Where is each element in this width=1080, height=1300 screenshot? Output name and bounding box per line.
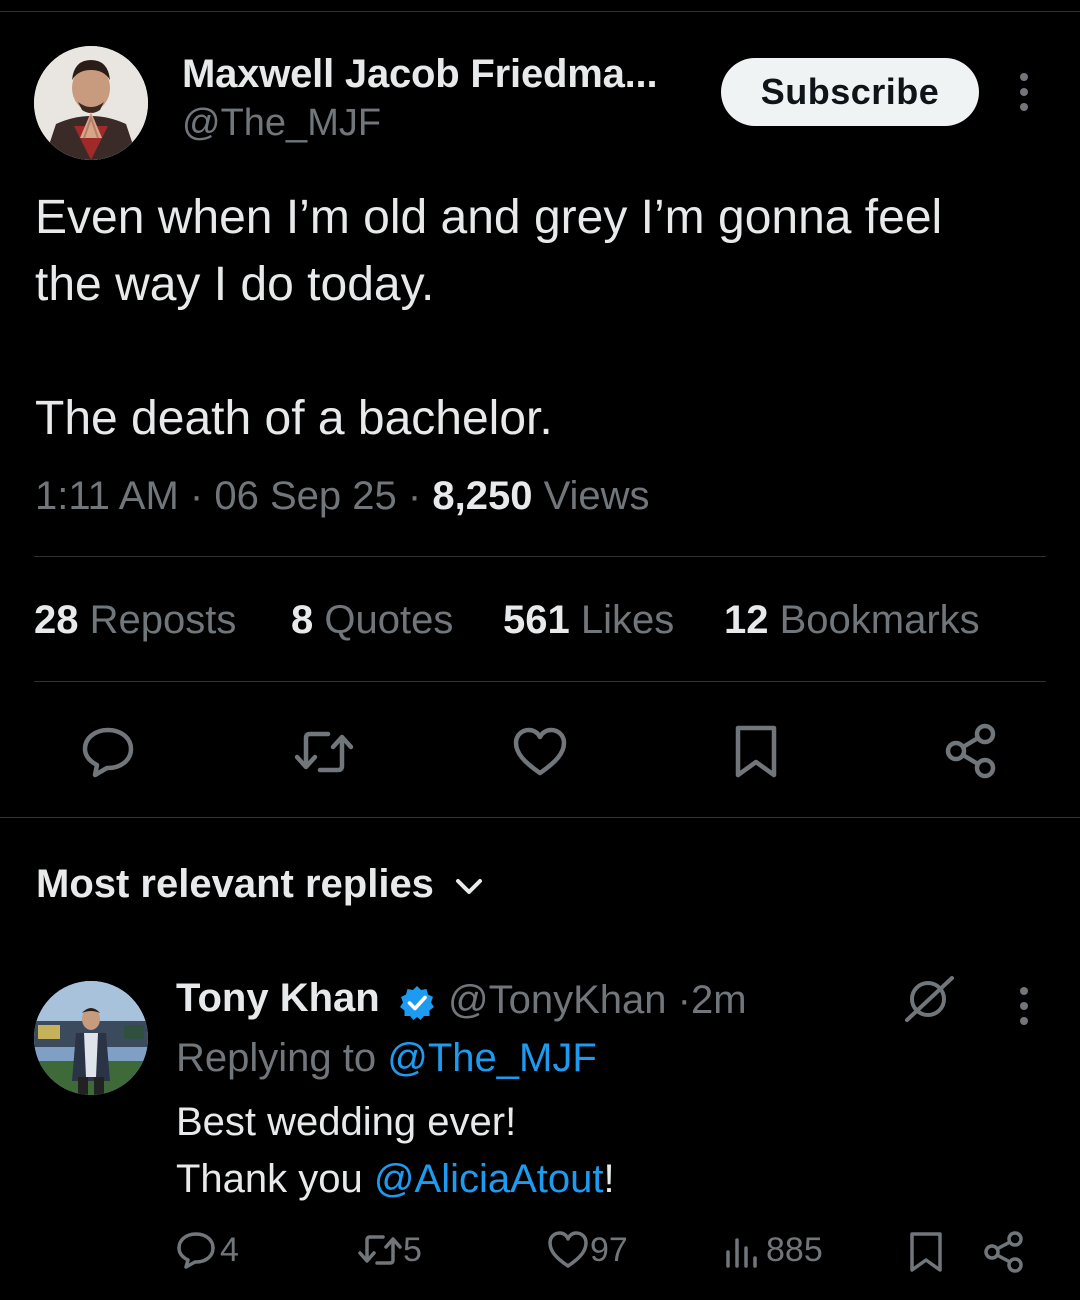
reply-count: 4 [220, 1230, 239, 1269]
reply-icon[interactable] [80, 724, 136, 785]
reply-reply-button[interactable]: 4 [176, 1230, 239, 1270]
replying-to-handle-link[interactable]: @The_MJF [387, 1036, 597, 1080]
chevron-down-icon[interactable] [452, 872, 486, 902]
reply-bookmark-button[interactable] [906, 1230, 946, 1274]
reply-views-button[interactable]: 885 [722, 1230, 823, 1270]
likes-count: 561 [503, 598, 570, 642]
likes-label: Likes [580, 598, 675, 642]
reply-share-button[interactable] [982, 1230, 1026, 1274]
replies-sort-label[interactable]: Most relevant replies [36, 862, 434, 907]
reposts-label: Reposts [89, 598, 237, 642]
views-icon [726, 1238, 757, 1268]
reply-text-prefix: Thank you [176, 1157, 363, 1201]
author-name[interactable]: Maxwell Jacob Friedma... [182, 52, 658, 97]
tweet-text-line-1: Even when I’m old and grey I’m gonna fee… [35, 191, 943, 244]
reply-like-button[interactable]: 97 [546, 1230, 628, 1270]
reply-more-options-icon[interactable] [1004, 984, 1044, 1028]
repost-count: 5 [403, 1230, 422, 1269]
reply-handle-time: @TonyKhan ·2m [448, 978, 747, 1023]
bookmark-icon[interactable] [732, 722, 780, 785]
author-avatar[interactable] [34, 46, 148, 160]
tweet-time[interactable]: 1:11 AM [35, 474, 179, 518]
replying-to: Replying to @The_MJF [176, 1036, 597, 1081]
reply-author-avatar[interactable] [34, 981, 148, 1095]
reply-icon [177, 1232, 215, 1269]
views-label: Views [543, 474, 650, 518]
tweet-meta: 1:11 AM · 06 Sep 25 · 8,250 Views [35, 474, 650, 519]
verified-badge-icon [398, 984, 436, 1022]
reply-text-line-1: Best wedding ever! [176, 1100, 517, 1144]
subscribe-button[interactable]: Subscribe [721, 58, 979, 126]
divider [34, 556, 1046, 557]
reply-repost-button[interactable]: 5 [357, 1230, 422, 1270]
quotes-count: 8 [291, 598, 314, 642]
quotes-label: Quotes [324, 598, 454, 642]
reply-time[interactable]: 2m [691, 978, 747, 1022]
top-divider [0, 11, 1080, 12]
quotes-stat[interactable]: 8 Quotes [291, 598, 453, 643]
reposts-stat[interactable]: 28 Reposts [34, 598, 236, 643]
reply-author-handle[interactable]: @TonyKhan [448, 978, 667, 1022]
repost-icon [358, 1235, 402, 1265]
more-options-icon[interactable] [1004, 70, 1044, 114]
bookmarks-count: 12 [724, 598, 769, 642]
meta-separator: · [189, 474, 204, 518]
share-icon[interactable] [943, 722, 999, 785]
likes-stat[interactable]: 561 Likes [503, 598, 674, 643]
tweet-text-line-2: the way I do today. [35, 258, 435, 311]
views-count: 8,250 [432, 474, 533, 518]
reply-text-suffix: ! [603, 1157, 615, 1201]
bookmarks-label: Bookmarks [779, 598, 980, 642]
like-icon [548, 1231, 588, 1268]
bookmarks-stat[interactable]: 12 Bookmarks [724, 598, 980, 643]
grok-icon[interactable] [904, 972, 956, 1024]
share-icon [984, 1231, 1023, 1273]
like-count: 97 [590, 1230, 628, 1269]
bookmark-icon [910, 1232, 942, 1272]
view-count: 885 [766, 1230, 823, 1269]
reply-author-name[interactable]: Tony Khan [176, 976, 380, 1021]
tweet-date[interactable]: 06 Sep 25 [214, 474, 396, 518]
replying-to-prefix: Replying to [176, 1036, 377, 1080]
divider [34, 681, 1046, 682]
like-icon[interactable] [512, 726, 568, 783]
reply-text-line-2: Thank you @AliciaAtout! [176, 1157, 615, 1202]
reposts-count: 28 [34, 598, 79, 642]
repost-icon[interactable] [292, 724, 356, 785]
meta-separator: · [677, 978, 691, 1022]
section-divider [0, 817, 1080, 818]
tweet-text-line-3: The death of a bachelor. [35, 392, 553, 445]
author-handle[interactable]: @The_MJF [182, 102, 381, 145]
mention-link[interactable]: @AliciaAtout [374, 1157, 604, 1201]
meta-separator: · [407, 474, 422, 518]
